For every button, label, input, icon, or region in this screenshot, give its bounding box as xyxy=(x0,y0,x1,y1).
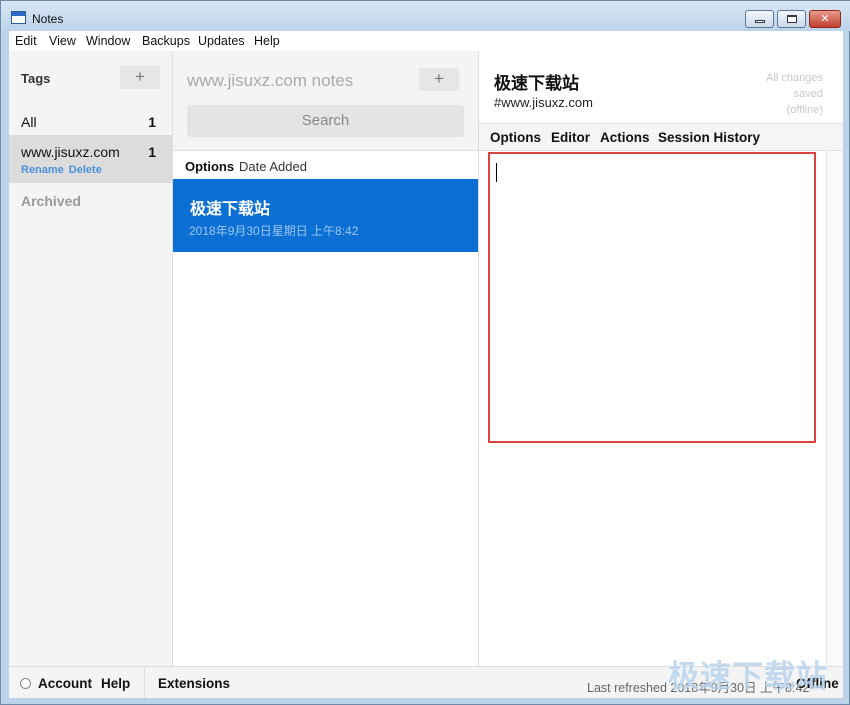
tag-label: All xyxy=(21,114,37,130)
editor-toolbar: Options Editor Actions Session History xyxy=(479,123,843,151)
sort-options-button[interactable]: Options xyxy=(185,159,234,174)
app-window: Notes ✕ Edit View Window Backups Updates… xyxy=(0,0,850,705)
menu-view[interactable]: View xyxy=(49,34,76,48)
minimize-button[interactable] xyxy=(745,10,774,28)
extensions-button[interactable]: Extensions xyxy=(158,676,230,691)
editor-header: 极速下载站 #www.jisuxz.com All changes saved … xyxy=(479,51,843,123)
status-radio-icon xyxy=(20,678,31,689)
menu-backups[interactable]: Backups xyxy=(142,34,190,48)
note-item-title: 极速下载站 xyxy=(190,201,271,218)
close-button[interactable]: ✕ xyxy=(809,10,841,28)
sort-bar: Options Date Added xyxy=(173,152,478,179)
editor-session-history-menu[interactable]: Session History xyxy=(658,130,760,145)
note-tag-field[interactable]: #www.jisuxz.com xyxy=(494,95,593,110)
watermark-logo: 极速下载站 xyxy=(668,659,828,695)
maximize-button[interactable] xyxy=(777,10,806,28)
menu-help[interactable]: Help xyxy=(254,34,280,48)
close-icon: ✕ xyxy=(820,13,830,25)
tag-item-all[interactable]: All 1 xyxy=(9,107,172,135)
notes-header: www.jisuxz.com notes + Search xyxy=(173,51,478,151)
add-note-button[interactable]: + xyxy=(419,68,459,91)
notes-app-icon xyxy=(11,11,26,24)
notes-list-title: www.jisuxz.com notes xyxy=(187,71,354,90)
note-item-date: 2018年9月30日星期日 上午8:42 xyxy=(189,224,359,238)
delete-tag-link[interactable]: Delete xyxy=(69,164,102,176)
sort-mode-label[interactable]: Date Added xyxy=(239,159,307,174)
client-area: Tags + All 1 www.jisuxz.com 1 Rename Dele… xyxy=(9,51,843,698)
search-input[interactable]: Search xyxy=(187,105,464,137)
note-title[interactable]: 极速下载站 xyxy=(494,69,579,94)
tag-actions: Rename Delete xyxy=(21,164,107,176)
save-status: All changes saved (offline) xyxy=(743,70,823,118)
menu-window[interactable]: Window xyxy=(86,34,130,48)
tag-item-archived[interactable]: Archived xyxy=(21,193,81,209)
editor-options-menu[interactable]: Options xyxy=(490,130,541,145)
tag-label: www.jisuxz.com xyxy=(21,144,120,160)
save-status-line: All changes xyxy=(766,72,823,84)
editor-editor-menu[interactable]: Editor xyxy=(551,130,590,145)
tag-count: 1 xyxy=(148,144,156,160)
save-status-line: (offline) xyxy=(786,104,823,116)
save-status-line: saved xyxy=(793,88,823,100)
tags-sidebar: Tags + All 1 www.jisuxz.com 1 Rename Dele… xyxy=(9,51,173,666)
note-text-editor[interactable] xyxy=(488,152,816,443)
tag-count: 1 xyxy=(148,114,156,130)
menu-bar: Edit View Window Backups Updates Help xyxy=(9,31,843,51)
notes-list-pane: www.jisuxz.com notes + Search Options Da… xyxy=(173,51,479,666)
title-bar[interactable]: Notes ✕ xyxy=(1,1,850,31)
window-title: Notes xyxy=(32,12,64,26)
menu-updates[interactable]: Updates xyxy=(198,34,245,48)
tag-item-jisuxz[interactable]: www.jisuxz.com 1 Rename Delete xyxy=(9,135,172,183)
add-tag-button[interactable]: + xyxy=(120,66,160,89)
footer-divider xyxy=(144,667,145,698)
rename-tag-link[interactable]: Rename xyxy=(21,164,64,176)
account-button[interactable]: Account xyxy=(38,676,92,691)
menu-edit[interactable]: Edit xyxy=(15,34,37,48)
help-button[interactable]: Help xyxy=(101,676,130,691)
editor-actions-menu[interactable]: Actions xyxy=(600,130,650,145)
editor-pane: 极速下载站 #www.jisuxz.com All changes saved … xyxy=(479,51,843,666)
text-caret xyxy=(496,163,497,182)
minimize-icon xyxy=(755,20,765,23)
maximize-icon xyxy=(787,15,797,23)
tags-heading: Tags xyxy=(21,71,51,86)
editor-scrollbar[interactable] xyxy=(826,151,843,666)
note-list-item[interactable]: 极速下载站 2018年9月30日星期日 上午8:42 xyxy=(173,179,478,252)
